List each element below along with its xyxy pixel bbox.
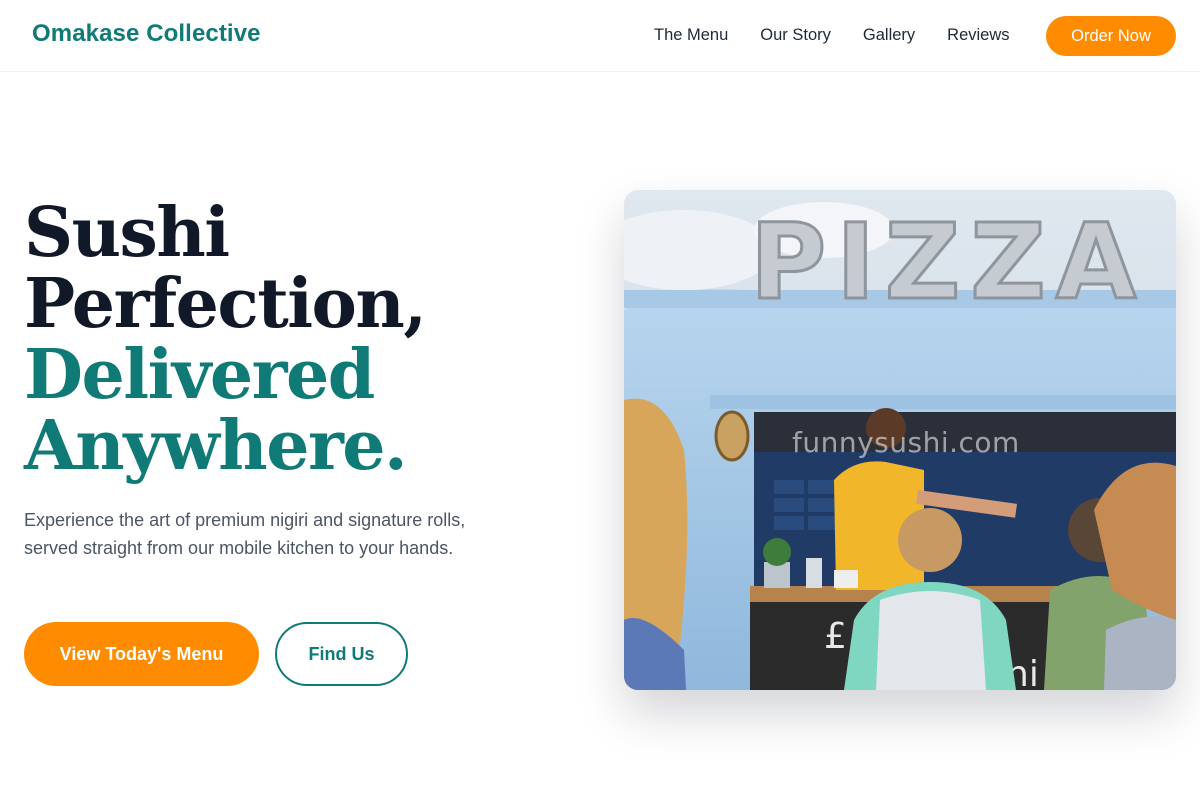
hero-title-line: Perfection,	[24, 264, 427, 344]
truck-sign-text: PIZZA	[750, 201, 1146, 323]
nav-link-gallery[interactable]: Gallery	[863, 24, 915, 46]
hero-title-accent-line: Delivered	[24, 335, 375, 415]
site-header: Omakase Collective The Menu Our Story Ga…	[0, 0, 1200, 72]
nav-link-our-story[interactable]: Our Story	[760, 24, 831, 46]
brand-logo[interactable]: Omakase Collective	[32, 20, 261, 48]
nav-link-menu[interactable]: The Menu	[654, 24, 728, 46]
order-now-button[interactable]: Order Now	[1046, 16, 1176, 56]
hero-subtitle: Experience the art of premium nigiri and…	[24, 510, 466, 558]
hero-title-line: Sushi	[24, 193, 230, 273]
find-us-button[interactable]: Find Us	[275, 622, 408, 686]
hero-title: Sushi Perfection, Delivered Anywhere.	[24, 193, 427, 486]
main-nav: The Menu Our Story Gallery Reviews	[654, 24, 1042, 46]
hero-food-truck-image: PIZZA £ erit oni funnysushi.com	[624, 190, 1176, 690]
nav-link-reviews[interactable]: Reviews	[947, 24, 1009, 46]
hero-title-accent-line: Anywhere.	[24, 406, 408, 486]
image-watermark: funnysushi.com	[792, 426, 1020, 459]
view-menu-button[interactable]: View Today's Menu	[24, 622, 259, 686]
